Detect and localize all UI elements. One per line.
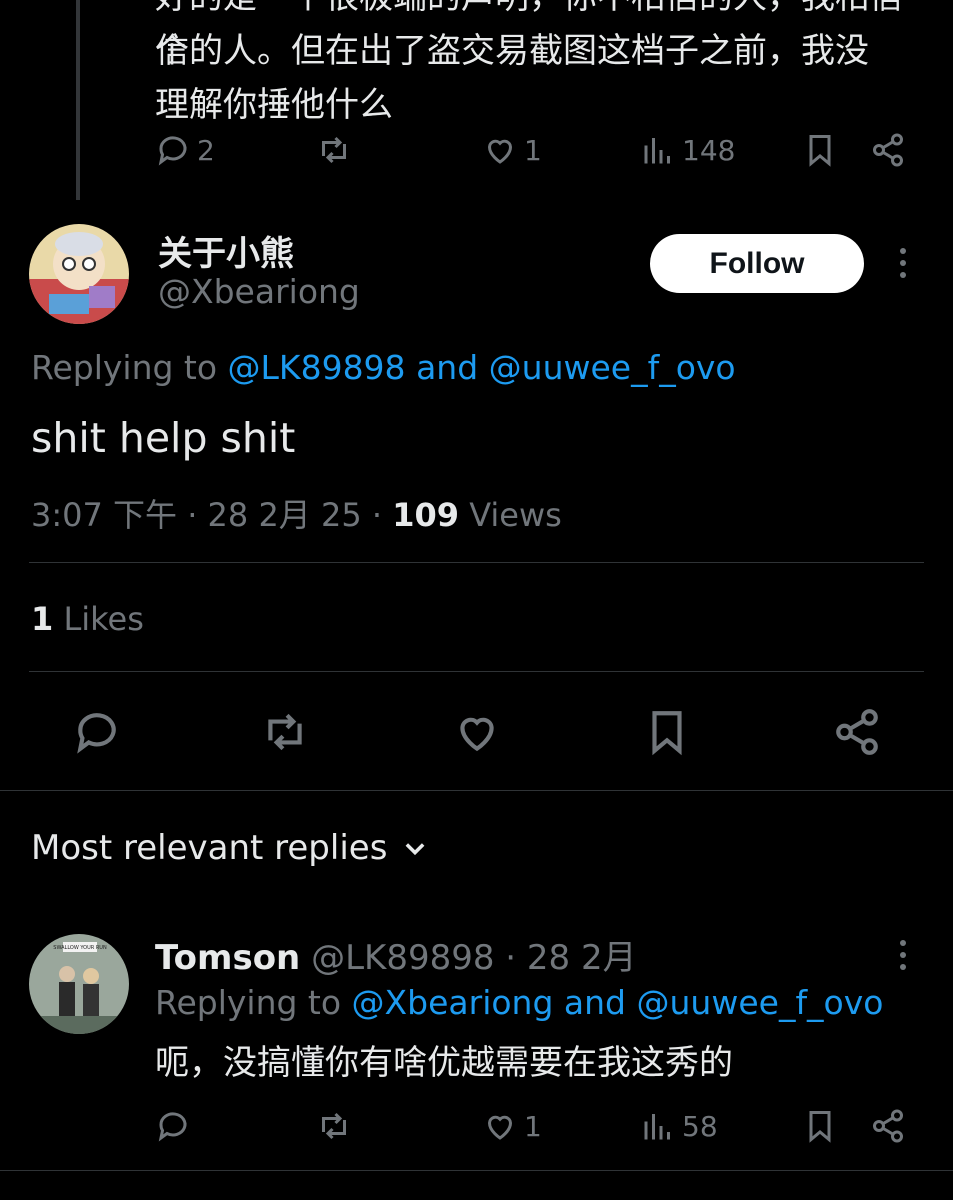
views-label: Views xyxy=(459,496,562,534)
parent-text-line1: 信的人。但在出了盗交易截图这档子之前，我没 xyxy=(155,31,869,71)
share-button[interactable] xyxy=(870,132,906,168)
display-name[interactable]: 关于小熊 xyxy=(158,226,294,275)
avatar-image xyxy=(29,224,129,324)
reply-retweet-button[interactable] xyxy=(316,1108,352,1144)
reply-and-word: and xyxy=(563,983,627,1022)
reply-views-count: 58 xyxy=(682,1109,718,1143)
main-share-button[interactable] xyxy=(832,707,882,757)
likes-stat[interactable]: 1 Likes xyxy=(31,600,144,638)
replying-prefix: Replying to xyxy=(31,348,218,387)
views-button[interactable]: 148 xyxy=(640,132,735,168)
reply-avatar-image: SWALLOW YOUR RUN xyxy=(29,934,129,1034)
retweet-icon xyxy=(268,713,302,751)
reply-reply-button[interactable] xyxy=(155,1108,191,1144)
divider xyxy=(29,562,924,563)
likes-total: 1 xyxy=(31,600,54,638)
bookmark-button[interactable] xyxy=(802,132,838,168)
reply-display-name[interactable]: Tomson xyxy=(155,938,300,978)
parent-tweet-text: 好的是一个很极端的声明，你不相信的人，我相信一个 信的人。但在出了盗交易截图这档… xyxy=(155,0,945,132)
reply-header: Tomson @LK89898 · 28 2月 xyxy=(155,930,637,979)
heart-icon xyxy=(487,139,513,164)
thread-line xyxy=(76,0,80,200)
reply-views-button[interactable]: 58 xyxy=(640,1108,718,1144)
bookmark-icon xyxy=(652,711,682,756)
views-count: 148 xyxy=(682,133,736,167)
replies-sort-dropdown[interactable]: Most relevant replies xyxy=(31,828,429,868)
reply-mention-2[interactable]: @uuwee_f_ovo xyxy=(489,348,736,387)
replies-sort-label: Most relevant replies xyxy=(31,828,388,868)
views-icon xyxy=(644,1114,670,1140)
reply-mention-1[interactable]: @LK89898 xyxy=(228,348,406,387)
reply-icon xyxy=(158,1112,187,1142)
like-count: 1 xyxy=(524,133,542,167)
bottom-divider xyxy=(0,1170,953,1171)
parent-text-partial: 好的是一个很极端的声明，你不相信的人，我相信一个 xyxy=(155,0,937,71)
views-total: 109 xyxy=(392,496,460,534)
heart-icon xyxy=(487,1115,513,1140)
avatar[interactable] xyxy=(29,224,129,324)
more-options-icon[interactable] xyxy=(900,248,906,278)
section-divider xyxy=(0,790,953,791)
timestamp[interactable]: 3:07 下午 · 28 2月 25 · xyxy=(31,496,392,534)
main-like-button[interactable] xyxy=(452,707,502,757)
reply-and: and xyxy=(416,348,479,387)
likes-label: Likes xyxy=(53,600,144,638)
like-button[interactable]: 1 xyxy=(482,132,542,168)
avatar-sign-text: SWALLOW YOUR RUN xyxy=(53,945,107,951)
parent-text-line2: 理解你捶他什么 xyxy=(155,85,393,125)
reply-more-options-icon[interactable] xyxy=(900,940,906,970)
retweet-icon xyxy=(322,1112,346,1140)
retweet-icon xyxy=(322,136,346,164)
reply-text: 呃，没搞懂你有啥优越需要在我这秀的 xyxy=(155,1043,733,1083)
chevron-down-icon xyxy=(406,843,425,856)
main-reply-button[interactable] xyxy=(72,707,122,757)
reply-handle[interactable]: @LK89898 xyxy=(311,938,494,978)
reply-replying-prefix: Replying to xyxy=(155,983,342,1022)
follow-button[interactable]: Follow xyxy=(650,234,864,293)
tweet-text: shit help shit xyxy=(31,414,296,462)
user-handle[interactable]: @Xbeariong xyxy=(158,272,360,311)
reply-like-button[interactable]: 1 xyxy=(482,1108,542,1144)
reply-icon xyxy=(77,713,116,754)
bookmark-icon xyxy=(809,1111,831,1143)
reply-button[interactable]: 2 xyxy=(155,132,215,168)
reply-icon xyxy=(158,136,187,166)
reply-date[interactable]: · 28 2月 xyxy=(494,938,636,978)
bookmark-icon xyxy=(809,135,831,167)
reply-mention-uuwee[interactable]: @uuwee_f_ovo xyxy=(637,983,884,1022)
retweet-button[interactable] xyxy=(316,132,352,168)
reply-mention-xbeariong[interactable]: @Xbeariong xyxy=(352,983,554,1022)
share-icon xyxy=(873,1109,903,1143)
replying-to: Replying to @LK89898 and @uuwee_f_ovo xyxy=(31,348,736,387)
reply-share-button[interactable] xyxy=(870,1108,906,1144)
heart-icon xyxy=(460,717,494,752)
reply-avatar[interactable]: SWALLOW YOUR RUN xyxy=(29,934,129,1034)
main-bookmark-button[interactable] xyxy=(642,707,692,757)
tweet-meta: 3:07 下午 · 28 2月 25 · 109 Views xyxy=(31,490,562,536)
reply-count: 2 xyxy=(197,133,215,167)
reply-bookmark-button[interactable] xyxy=(802,1108,838,1144)
main-retweet-button[interactable] xyxy=(260,707,310,757)
views-icon xyxy=(644,138,670,164)
divider xyxy=(29,671,924,672)
reply-like-count: 1 xyxy=(524,1109,542,1143)
reply-replying-to: Replying to @Xbeariong and @uuwee_f_ovo xyxy=(155,983,883,1022)
share-icon xyxy=(873,133,903,167)
share-icon xyxy=(836,709,878,755)
